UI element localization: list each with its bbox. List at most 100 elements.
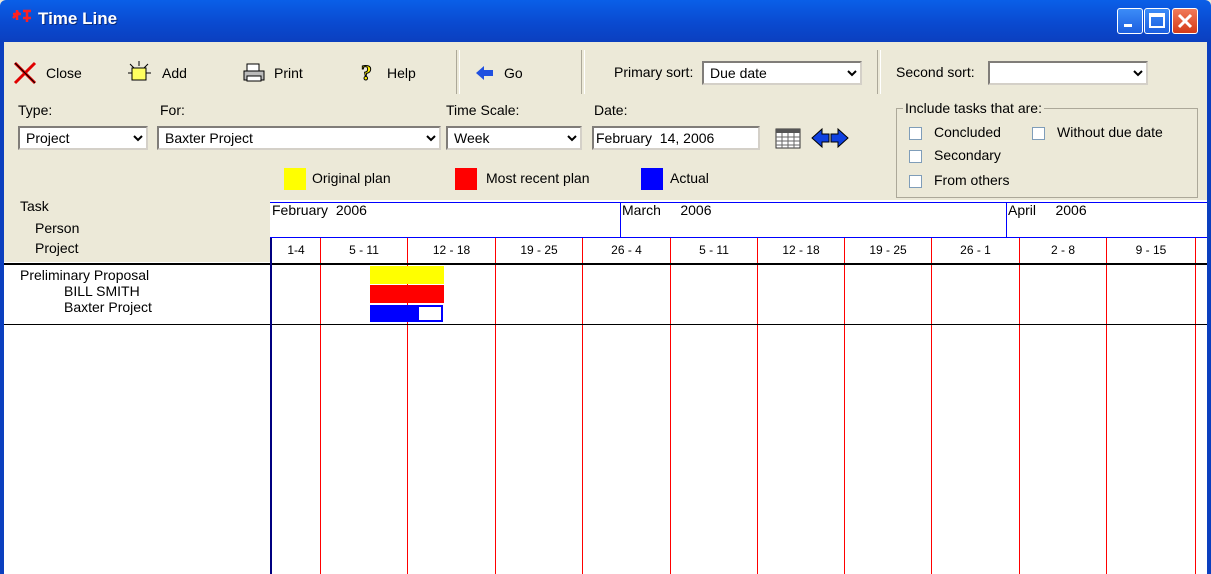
type-label: Type: — [18, 102, 53, 118]
task-header: Task — [20, 198, 49, 214]
week-gridline — [844, 238, 845, 574]
close-window-button[interactable] — [1172, 8, 1198, 34]
month-divider — [1006, 202, 1007, 238]
project-header: Project — [35, 240, 79, 256]
week-header: 2 - 8 — [1050, 243, 1075, 257]
arrow-left-icon — [811, 127, 830, 149]
month-divider — [620, 202, 621, 238]
week-header: 5 - 11 — [699, 243, 729, 257]
type-select[interactable]: Project — [18, 126, 148, 150]
toolbar-separator — [581, 50, 585, 94]
original-plan-bar[interactable] — [370, 266, 444, 284]
week-gridline — [1019, 238, 1020, 574]
month-header-feb: February 2006 — [272, 202, 367, 238]
calendar-button[interactable] — [774, 126, 802, 153]
most-recent-plan-swatch — [455, 168, 477, 190]
month-header-apr: April 2006 — [1008, 202, 1087, 238]
most-recent-plan-bar[interactable] — [370, 285, 444, 303]
actual-bar[interactable] — [370, 305, 443, 322]
task-name: Preliminary Proposal — [20, 267, 150, 283]
secondary-checkbox[interactable] — [909, 150, 922, 163]
window-title: Time Line — [38, 9, 118, 28]
week-gridline — [1106, 238, 1107, 574]
window-frame-right — [1207, 42, 1211, 574]
include-tasks-title: Include tasks that are: — [903, 100, 1044, 116]
previous-date-button[interactable] — [810, 126, 830, 153]
person-header: Person — [35, 220, 80, 236]
actual-label: Actual — [670, 170, 709, 186]
week-gridline — [931, 238, 932, 574]
second-sort-select[interactable] — [988, 61, 1148, 85]
week-header: 12 - 18 — [782, 243, 820, 257]
toolbar-separator — [456, 50, 460, 94]
without-due-date-label: Without due date — [1057, 124, 1163, 140]
print-label: Print — [274, 65, 303, 81]
week-gridline — [670, 238, 671, 574]
actual-swatch — [641, 168, 663, 190]
primary-sort-select[interactable]: Due date — [702, 61, 862, 85]
row-separator — [4, 324, 1207, 325]
printer-icon — [243, 63, 265, 82]
week-header: 1-4 — [287, 243, 305, 257]
week-header: 5 - 11 — [349, 243, 379, 257]
month-year: 2006 — [680, 202, 712, 218]
week-gridline — [757, 238, 758, 574]
minimize-button[interactable] — [1117, 8, 1143, 34]
week-gridline — [1195, 238, 1196, 574]
calendar-icon — [775, 128, 801, 149]
week-gridline — [495, 238, 496, 574]
second-sort-label: Second sort: — [896, 64, 975, 80]
without-due-date-checkbox[interactable] — [1032, 127, 1045, 140]
title-bar — [0, 0, 1211, 42]
original-plan-swatch — [284, 168, 306, 190]
month-year: 2006 — [1055, 202, 1087, 218]
close-icon — [1177, 13, 1193, 29]
svg-text:?: ? — [361, 61, 372, 85]
month-name: February — [272, 202, 329, 218]
close-label: Close — [46, 65, 82, 81]
time-scale-label: Time Scale: — [446, 102, 520, 118]
from-others-checkbox[interactable] — [909, 175, 922, 188]
help-label: Help — [387, 65, 416, 81]
most-recent-plan-label: Most recent plan — [486, 170, 590, 186]
help-button[interactable]: ? Help — [357, 50, 416, 96]
task-person: BILL SMITH — [64, 283, 140, 299]
arrow-right-icon — [830, 127, 849, 149]
week-gridline — [320, 238, 321, 574]
next-date-button[interactable] — [830, 126, 850, 153]
for-label: For: — [160, 102, 185, 118]
primary-sort-label: Primary sort: — [614, 64, 694, 80]
task-row[interactable]: Preliminary Proposal BILL SMITH Baxter P… — [20, 267, 152, 315]
go-label: Go — [504, 65, 523, 81]
header-separator — [4, 263, 1207, 265]
add-label: Add — [162, 65, 187, 81]
add-icon — [128, 61, 151, 81]
actual-bar-remaining — [419, 307, 441, 320]
month-year: 2006 — [335, 202, 367, 218]
month-name: April — [1008, 202, 1037, 218]
go-arrow-icon — [476, 66, 493, 80]
toolbar-separator — [877, 50, 881, 94]
date-input[interactable] — [592, 126, 760, 150]
time-scale-select[interactable]: Week — [446, 126, 582, 150]
week-header: 19 - 25 — [869, 243, 907, 257]
from-others-label: From others — [934, 172, 1010, 188]
week-gridline — [582, 238, 583, 574]
print-button[interactable]: Print — [242, 50, 303, 96]
maximize-button[interactable] — [1144, 8, 1170, 34]
week-header: 19 - 25 — [520, 243, 558, 257]
app-icon — [10, 8, 34, 32]
close-button[interactable]: Close — [12, 50, 82, 96]
week-header: 26 - 4 — [611, 243, 642, 257]
close-x-icon — [13, 61, 37, 85]
add-button[interactable]: Add — [124, 50, 187, 96]
maximize-icon — [1149, 13, 1165, 28]
go-button[interactable]: Go — [474, 50, 523, 96]
original-plan-label: Original plan — [312, 170, 391, 186]
timeline-left-border — [270, 238, 272, 574]
week-header: 12 - 18 — [432, 243, 471, 257]
task-project: Baxter Project — [64, 299, 152, 315]
concluded-checkbox[interactable] — [909, 127, 922, 140]
for-select[interactable]: Baxter Project — [157, 126, 441, 150]
week-header: 26 - 1 — [960, 243, 991, 257]
